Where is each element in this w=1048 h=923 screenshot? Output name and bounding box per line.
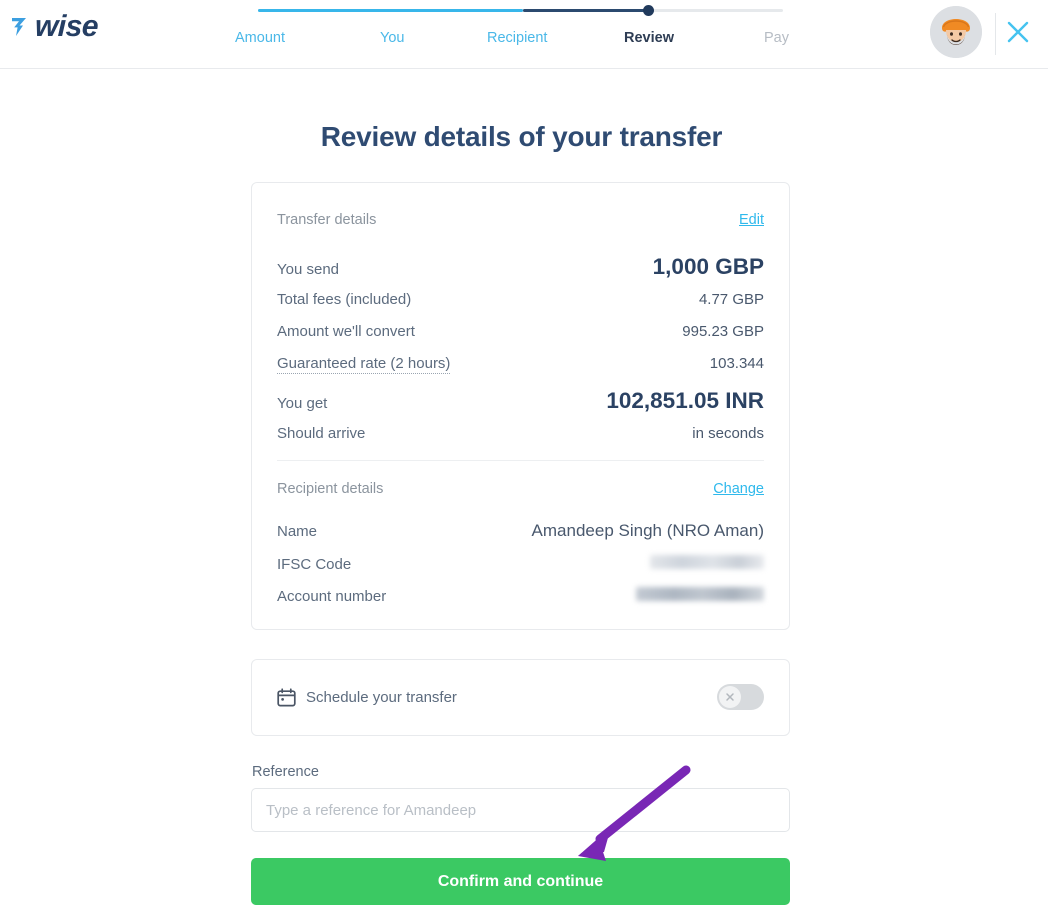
progress-step-labels: Amount You Recipient Review Pay bbox=[235, 30, 789, 54]
row-you-get: You get 102,851.05 INR bbox=[277, 388, 764, 414]
schedule-transfer-card: Schedule your transfer bbox=[251, 659, 790, 736]
row-total-fees: Total fees (included) 4.77 GBP bbox=[277, 291, 764, 308]
change-link[interactable]: Change bbox=[713, 481, 764, 497]
row-guaranteed-rate: Guaranteed rate (2 hours) 103.344 bbox=[277, 355, 764, 374]
row-value: 103.344 bbox=[709, 355, 764, 372]
row-value: in seconds bbox=[692, 425, 764, 442]
wise-logo[interactable]: wise bbox=[10, 10, 99, 44]
row-label: IFSC Code bbox=[277, 556, 352, 573]
row-label: Name bbox=[277, 523, 318, 540]
progress-fill-recent bbox=[523, 9, 650, 12]
transfer-details-header: Transfer details Edit bbox=[277, 212, 764, 228]
row-recipient-name: Name Amandeep Singh (NRO Aman) bbox=[277, 521, 764, 541]
step-amount[interactable]: Amount bbox=[235, 30, 285, 46]
row-label: Account number bbox=[277, 588, 387, 605]
avatar bbox=[930, 6, 982, 58]
confirm-and-continue-button[interactable]: Confirm and continue bbox=[251, 858, 790, 905]
wise-logo-text: wise bbox=[34, 10, 99, 43]
row-value: 102,851.05 INR bbox=[606, 388, 764, 413]
avatar-illustration-icon bbox=[930, 6, 982, 58]
row-label-tooltip[interactable]: Guaranteed rate (2 hours) bbox=[277, 355, 451, 374]
row-label: Total fees (included) bbox=[277, 291, 412, 308]
progress-fill-early bbox=[258, 9, 523, 12]
step-pay[interactable]: Pay bbox=[764, 30, 789, 46]
avatar-button[interactable] bbox=[930, 6, 986, 62]
redacted-value bbox=[636, 587, 764, 601]
recipient-details-header: Recipient details Change bbox=[277, 481, 764, 497]
toggle-off-x-icon bbox=[726, 693, 734, 701]
wise-logo-mark-icon bbox=[12, 18, 26, 36]
row-value: 4.77 GBP bbox=[698, 291, 764, 308]
redacted-value bbox=[650, 555, 764, 569]
toggle-knob bbox=[719, 686, 741, 708]
row-should-arrive: Should arrive in seconds bbox=[277, 425, 764, 442]
step-you[interactable]: You bbox=[380, 30, 404, 46]
row-label: Should arrive bbox=[277, 425, 366, 442]
schedule-toggle[interactable] bbox=[717, 684, 764, 710]
row-value: 995.23 GBP bbox=[682, 323, 764, 340]
progress-current-dot bbox=[643, 5, 654, 16]
row-label: Amount we'll convert bbox=[277, 323, 415, 340]
edit-link[interactable]: Edit bbox=[739, 212, 764, 228]
row-you-send: You send 1,000 GBP bbox=[277, 254, 764, 280]
step-recipient[interactable]: Recipient bbox=[487, 30, 547, 46]
row-value: Amandeep Singh (NRO Aman) bbox=[531, 521, 764, 540]
section-divider bbox=[277, 460, 764, 461]
schedule-label: Schedule your transfer bbox=[306, 689, 457, 706]
row-amount-convert: Amount we'll convert 995.23 GBP bbox=[277, 323, 764, 340]
page-title: Review details of your transfer bbox=[320, 121, 723, 152]
calendar-icon bbox=[277, 688, 296, 707]
row-label: You send bbox=[277, 261, 340, 278]
row-account-number: Account number bbox=[277, 587, 764, 605]
schedule-label-group: Schedule your transfer bbox=[277, 688, 457, 707]
recipient-details-title: Recipient details bbox=[277, 481, 384, 497]
row-label: You get bbox=[277, 395, 328, 412]
transfer-details-title: Transfer details bbox=[277, 212, 377, 228]
progress-stepper: Amount You Recipient Review Pay bbox=[235, 4, 789, 64]
close-button[interactable] bbox=[996, 10, 1040, 54]
app-header: wise Amount You Recipient Review Pay bbox=[0, 0, 1048, 69]
step-review[interactable]: Review bbox=[624, 30, 674, 46]
reference-input[interactable] bbox=[251, 788, 790, 832]
close-icon bbox=[1007, 21, 1029, 43]
row-ifsc-code: IFSC Code bbox=[277, 555, 764, 573]
transfer-details-card: Transfer details Edit You send 1,000 GBP… bbox=[251, 182, 790, 630]
reference-label: Reference bbox=[252, 764, 319, 780]
row-value: 1,000 GBP bbox=[652, 254, 764, 279]
